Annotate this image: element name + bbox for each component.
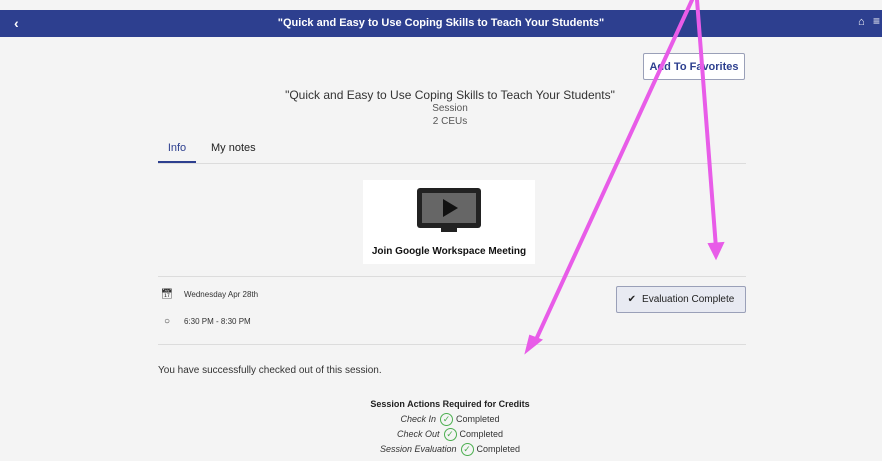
calendar-icon: 📅︎ xyxy=(160,289,174,300)
date-row: 📅︎ Wednesday Apr 28th xyxy=(160,289,258,300)
evaluation-complete-button[interactable]: ✔ Evaluation Complete xyxy=(616,286,746,313)
action-status: Completed xyxy=(459,429,504,439)
menu-icon[interactable]: ≡ xyxy=(873,14,880,28)
action-check-in: Check In ✓ Completed xyxy=(300,412,600,427)
divider xyxy=(158,344,746,345)
checkout-message: You have successfully checked out of thi… xyxy=(158,365,382,376)
check-circle-icon: ✓ xyxy=(443,428,457,441)
session-type: Session xyxy=(432,103,468,114)
play-monitor-icon xyxy=(417,188,481,232)
join-meeting-card[interactable]: Join Google Workspace Meeting xyxy=(363,180,535,264)
action-name: Check In xyxy=(400,414,436,424)
actions-heading: Session Actions Required for Credits xyxy=(370,399,530,409)
session-actions: Session Actions Required for Credits Che… xyxy=(300,397,600,457)
action-name: Check Out xyxy=(396,429,440,439)
home-icon[interactable]: ⌂ xyxy=(858,16,865,28)
evaluation-label: Evaluation Complete xyxy=(642,294,735,305)
session-ceus: 2 CEUs xyxy=(432,116,468,127)
top-bar: ‹ "Quick and Easy to Use Coping Skills t… xyxy=(0,10,882,37)
tab-my-notes[interactable]: My notes xyxy=(211,142,256,154)
join-meeting-label: Join Google Workspace Meeting xyxy=(371,246,527,257)
session-time: 6:30 PM - 8:30 PM xyxy=(184,317,251,326)
time-row: ○ 6:30 PM - 8:30 PM xyxy=(160,316,251,327)
session-title: "Quick and Easy to Use Coping Skills to … xyxy=(285,88,615,102)
action-name: Session Evaluation xyxy=(379,444,457,454)
topbar-title: "Quick and Easy to Use Coping Skills to … xyxy=(277,17,605,29)
session-date: Wednesday Apr 28th xyxy=(184,290,259,299)
action-session-evaluation: Session Evaluation ✓ Completed xyxy=(300,442,600,457)
check-circle-icon: ✓ xyxy=(440,413,453,426)
session-header: "Quick and Easy to Use Coping Skills to … xyxy=(200,89,700,128)
divider xyxy=(158,276,746,277)
action-status: Completed xyxy=(476,444,521,454)
add-to-favorites-button[interactable]: Add To Favorites xyxy=(643,53,745,80)
clock-icon: ○ xyxy=(163,316,171,327)
tab-info[interactable]: Info xyxy=(158,142,196,163)
action-check-out: Check Out ✓ Completed xyxy=(300,427,600,442)
tab-bar: Info My notes xyxy=(158,140,746,164)
check-icon: ✔ xyxy=(627,294,637,305)
action-status: Completed xyxy=(456,414,500,424)
check-circle-icon: ✓ xyxy=(460,443,474,456)
